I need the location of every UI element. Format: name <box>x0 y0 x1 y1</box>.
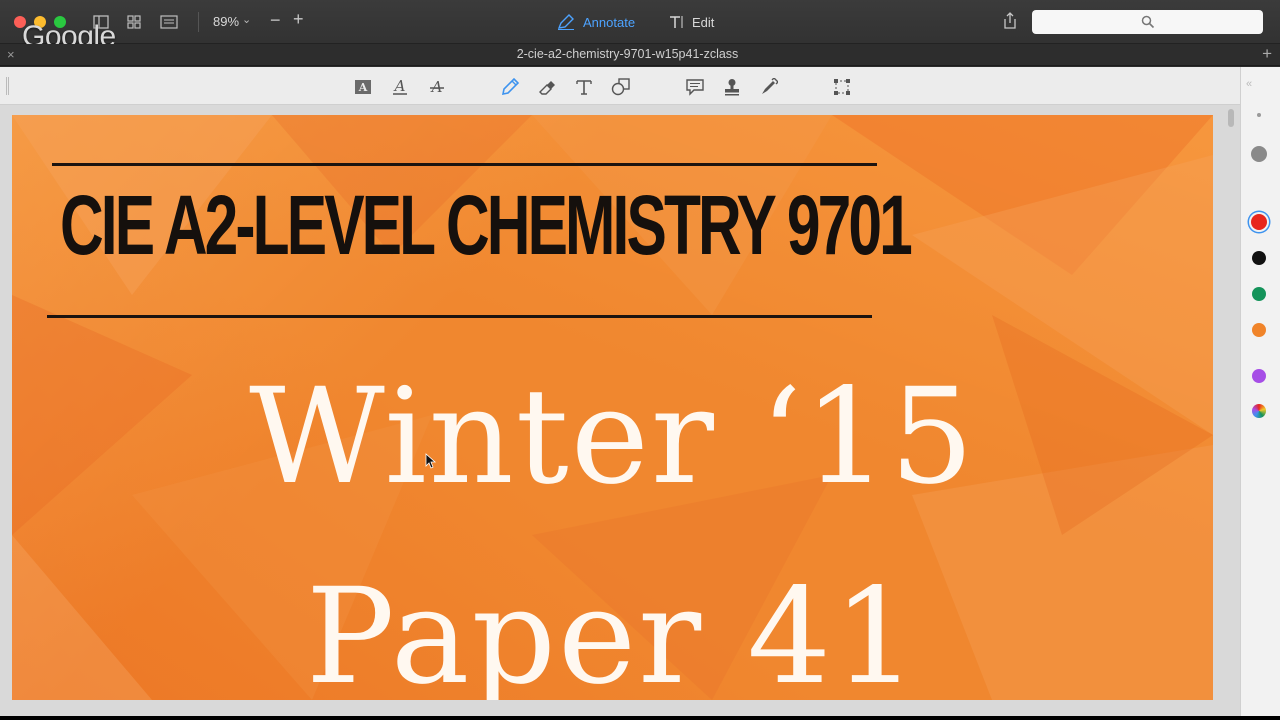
share-icon[interactable] <box>1002 12 1020 32</box>
svg-text:A: A <box>393 78 406 95</box>
zoom-level[interactable]: 89% <box>213 14 239 29</box>
svg-text:A: A <box>358 81 368 94</box>
color-black-swatch[interactable] <box>1252 251 1266 265</box>
toolbar-divider <box>198 12 199 32</box>
top-rule <box>52 163 877 166</box>
annotation-toolbar: A A A <box>0 67 1240 105</box>
document-line-winter: Winter ‘15 <box>249 360 976 514</box>
annotate-mode-button[interactable]: Annotate <box>557 12 635 32</box>
text-box-icon[interactable] <box>573 76 595 98</box>
bottom-rule <box>47 315 872 318</box>
collapse-panel-icon[interactable]: « <box>1246 78 1252 90</box>
svg-text:A: A <box>430 78 443 96</box>
color-purple-swatch[interactable] <box>1252 369 1266 383</box>
new-tab-icon[interactable]: + <box>1262 44 1272 64</box>
search-icon <box>1141 15 1155 29</box>
color-palette-panel <box>1240 67 1280 717</box>
pen-icon <box>557 14 574 30</box>
stroke-size-large[interactable] <box>1251 146 1267 162</box>
app-window: 89% ⌄ − + Annotate Edit Google × 2-cie-a… <box>0 0 1280 720</box>
color-orange-swatch[interactable] <box>1252 323 1266 337</box>
stamp-icon[interactable] <box>721 76 743 98</box>
color-picker-icon[interactable] <box>1252 404 1266 418</box>
text-highlight-icon[interactable]: A <box>352 76 374 98</box>
document-view[interactable]: CIE A2-LEVEL CHEMISTRY 9701 Winter ‘15 P… <box>0 105 1240 717</box>
window-bottom-edge <box>0 716 1280 720</box>
text-underline-icon[interactable]: A <box>389 76 411 98</box>
pdf-page: CIE A2-LEVEL CHEMISTRY 9701 Winter ‘15 P… <box>12 115 1213 700</box>
thumbnail-grid-icon[interactable] <box>123 12 145 32</box>
stroke-size-small[interactable] <box>1257 113 1261 117</box>
pencil-icon[interactable] <box>499 76 521 98</box>
color-red-swatch[interactable] <box>1251 214 1267 230</box>
signature-icon[interactable] <box>758 76 780 98</box>
text-cursor-icon <box>670 16 683 28</box>
vertical-scrollbar[interactable] <box>1228 109 1234 127</box>
annotate-label: Annotate <box>583 14 636 30</box>
drag-handle-icon[interactable] <box>6 77 9 95</box>
top-toolbar: 89% ⌄ − + Annotate Edit Google <box>0 0 1280 52</box>
document-tab-title[interactable]: 2-cie-a2-chemistry-9701-w15p41-zclass <box>0 47 1255 61</box>
zoom-in-icon[interactable]: + <box>293 9 304 30</box>
note-icon[interactable] <box>684 76 706 98</box>
edit-mode-button[interactable]: Edit <box>668 12 714 32</box>
tab-bar: × 2-cie-a2-chemistry-9701-w15p41-zclass … <box>0 44 1280 66</box>
document-line-paper: Paper 41 <box>305 560 920 700</box>
text-strikethrough-icon[interactable]: A <box>426 76 448 98</box>
reader-view-icon[interactable] <box>158 12 180 32</box>
color-green-swatch[interactable] <box>1252 287 1266 301</box>
shapes-icon[interactable] <box>610 76 632 98</box>
eraser-icon[interactable] <box>536 76 558 98</box>
chevron-down-icon[interactable]: ⌄ <box>242 13 251 26</box>
edit-label: Edit <box>692 14 715 30</box>
mouse-cursor-icon <box>425 453 437 469</box>
selection-icon[interactable] <box>831 76 853 98</box>
document-heading: CIE A2-LEVEL CHEMISTRY 9701 <box>60 178 913 272</box>
zoom-out-icon[interactable]: − <box>270 10 281 31</box>
